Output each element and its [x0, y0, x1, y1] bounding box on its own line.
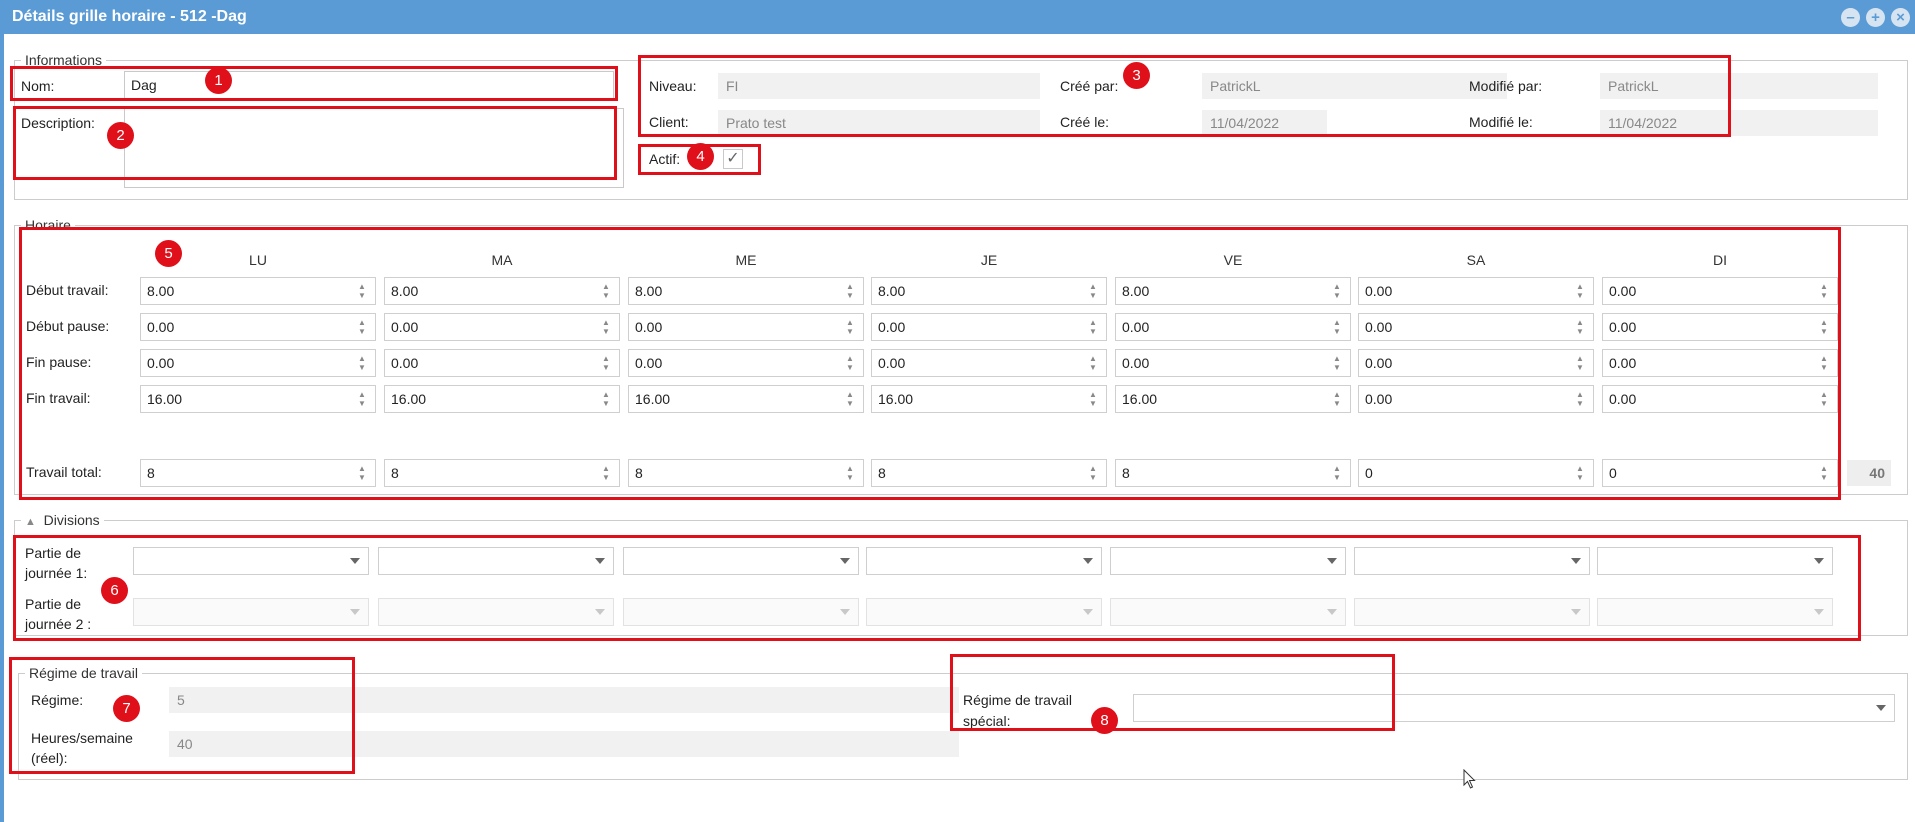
annotation-box-6 [13, 535, 1861, 641]
annotation-badge-2: 2 [107, 122, 134, 149]
annotation-box-1 [10, 66, 618, 101]
annotation-box-8 [950, 654, 1395, 731]
close-icon[interactable]: × [1891, 8, 1910, 27]
minimize-icon[interactable]: – [1841, 8, 1860, 27]
annotation-box-7 [9, 657, 355, 774]
annotation-box-5 [19, 227, 1841, 500]
annotation-badge-7: 7 [113, 695, 140, 722]
annotation-box-2 [13, 106, 617, 180]
schedule-details-window: Détails grille horaire - 512 -Dag – + × … [0, 0, 1915, 822]
annotation-badge-4: 4 [687, 143, 714, 170]
annotation-badge-6: 6 [101, 577, 128, 604]
maximize-icon[interactable]: + [1866, 8, 1885, 27]
annotation-box-3 [638, 55, 1731, 137]
triangle-up-icon: ▲ [25, 516, 36, 528]
divisions-legend-text: Divisions [43, 512, 100, 528]
annotation-badge-3: 3 [1123, 62, 1150, 89]
divisions-legend[interactable]: ▲ Divisions [21, 512, 104, 528]
annotation-badge-8: 8 [1091, 707, 1118, 734]
title-bar: Détails grille horaire - 512 -Dag – + × [4, 0, 1915, 34]
annotation-badge-5: 5 [155, 240, 182, 267]
annotation-badge-1: 1 [205, 67, 232, 94]
window-title: Détails grille horaire - 512 -Dag [12, 8, 247, 25]
mouse-cursor-icon [1463, 769, 1476, 789]
grand-total: 40 [1847, 460, 1891, 486]
chevron-down-icon [1876, 705, 1886, 711]
